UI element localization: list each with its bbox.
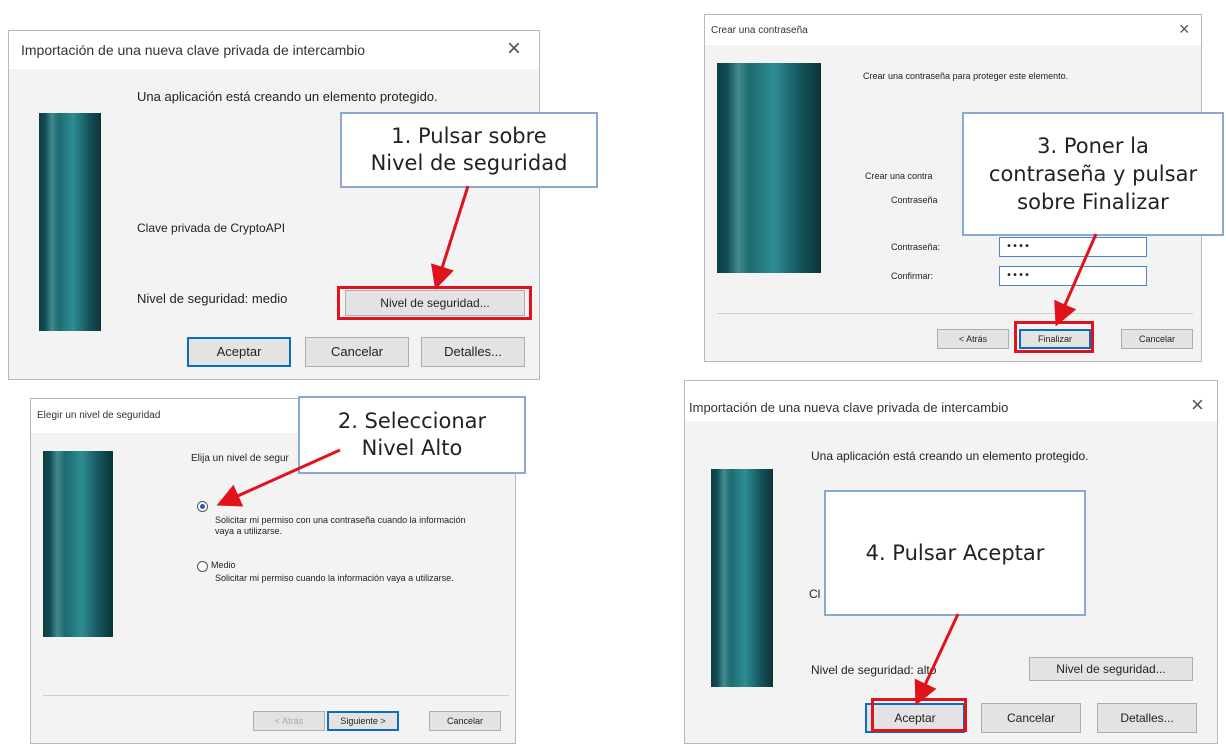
- arrow-step-2: [216, 448, 341, 507]
- arrow-step-3: [1054, 233, 1098, 327]
- arrow-step-1: [430, 185, 470, 290]
- arrow-step-4: [914, 613, 960, 706]
- annotation-arrows: [216, 185, 1098, 706]
